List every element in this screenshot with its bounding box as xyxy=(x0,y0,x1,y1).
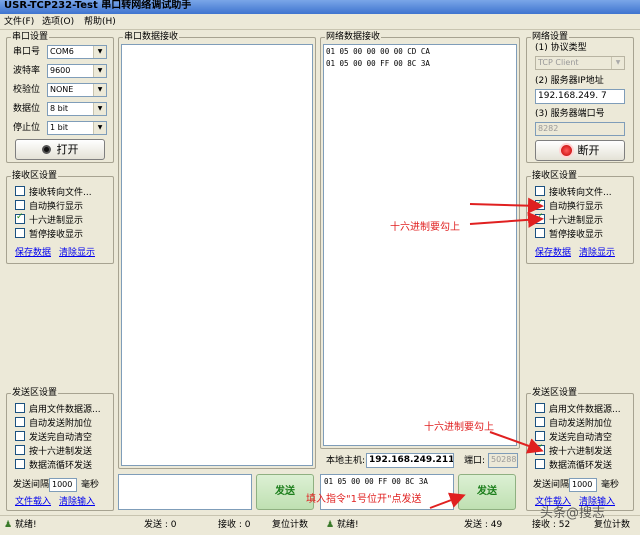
watermark: 头条@搜志 xyxy=(540,506,606,521)
arrow-hex-send xyxy=(489,431,544,454)
annotation-arrows xyxy=(429,197,544,509)
arrow-hex-display xyxy=(469,211,544,228)
arrow-send xyxy=(429,492,466,509)
arrow-auto-wrap xyxy=(469,197,544,214)
